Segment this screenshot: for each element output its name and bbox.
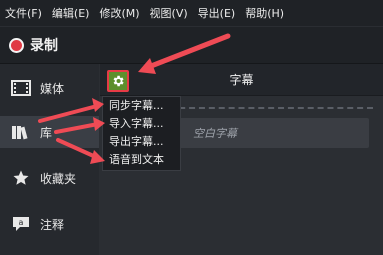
menu-item-import-captions[interactable]: 导入字幕... [103,115,180,133]
menu-item-speech-to-text[interactable]: 语音到文本 [103,151,180,169]
caption-placeholder: 空白字幕 [193,127,237,140]
menu-bar: 文件(F) 编辑(E) 修改(M) 视图(V) 导出(E) 帮助(H) [0,0,383,26]
sidebar-item-library[interactable]: 库 [0,116,99,148]
record-button[interactable]: 录制 [30,35,58,55]
sidebar-item-favorites[interactable]: 收藏夹 [0,162,99,194]
library-books-icon [10,124,32,140]
settings-button[interactable] [107,70,129,92]
record-dot-icon[interactable] [9,37,24,53]
menu-item-sync-captions[interactable]: 同步字幕... [103,97,180,115]
panel-header: 字幕 [100,64,383,96]
sidebar-item-label: 库 [40,125,53,140]
menu-help[interactable]: 帮助(H) [240,5,289,21]
sidebar: 媒体 库 收藏夹 a 注释 [0,64,99,255]
menu-file[interactable]: 文件(F) [0,5,47,21]
gear-icon [113,75,124,87]
menu-edit[interactable]: 编辑(E) [47,5,95,21]
sidebar-item-label: 媒体 [40,81,65,96]
settings-dropdown-menu: 同步字幕... 导入字幕... 导出字幕... 语音到文本 [102,96,181,171]
record-bar: 录制 [0,26,383,64]
menu-view[interactable]: 视图(V) [145,5,193,21]
menu-modify[interactable]: 修改(M) [94,5,144,21]
caption-entry[interactable]: 空白字幕 [171,118,369,148]
sidebar-item-media[interactable]: 媒体 [0,72,99,104]
annotation-icon: a [10,215,32,233]
panel-title: 字幕 [229,73,254,87]
sidebar-item-annotations[interactable]: a 注释 [0,208,99,240]
svg-text:a: a [19,218,24,227]
sidebar-item-label: 收藏夹 [40,171,77,186]
menu-item-export-captions[interactable]: 导出字幕... [103,133,180,151]
menu-export[interactable]: 导出(E) [193,5,241,21]
star-icon [10,169,32,187]
sidebar-item-label: 注释 [40,217,65,232]
film-icon [10,80,32,96]
